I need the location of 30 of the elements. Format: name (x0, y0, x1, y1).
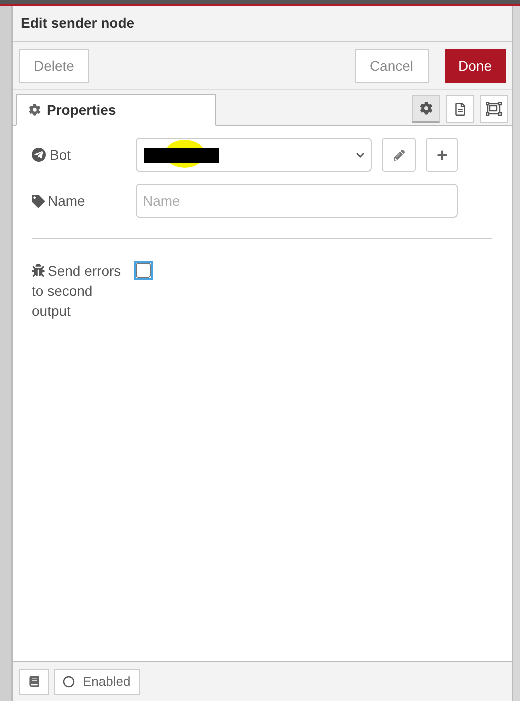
gear-icon (420, 102, 432, 115)
name-field[interactable]: Name (136, 184, 458, 218)
circle-icon (63, 676, 75, 688)
gear-icon (29, 104, 41, 116)
send-errors-checkbox[interactable] (136, 263, 151, 278)
bug-icon (32, 264, 45, 277)
cancel-button[interactable]: Cancel (354, 49, 429, 83)
book-icon (28, 676, 40, 687)
enabled-toggle[interactable]: Enabled (54, 668, 140, 694)
dialog-title: Edit sender node (21, 14, 135, 33)
tab-button[interactable] (480, 95, 508, 123)
tag-icon (32, 194, 45, 208)
bot-label: Bot (50, 146, 72, 164)
document-icon (454, 102, 466, 116)
send-errors-label: Send errors to second output (32, 262, 122, 321)
chevron-icon (356, 150, 365, 160)
tab-button[interactable] (446, 95, 474, 123)
tab-button[interactable] (412, 95, 440, 123)
help-button[interactable] (19, 668, 49, 694)
add-button[interactable] (426, 138, 458, 172)
bot-select[interactable] (136, 138, 372, 172)
paper-plane-icon (32, 148, 46, 162)
properties-tab[interactable]: Properties (16, 94, 216, 126)
edit-button[interactable] (382, 138, 416, 172)
frame-icon (486, 102, 502, 116)
delete-button[interactable]: Delete (19, 49, 90, 83)
plus-icon (436, 150, 448, 160)
name-label: Name (48, 192, 86, 210)
done-button[interactable]: Done (444, 49, 506, 83)
pencil-icon (394, 150, 404, 160)
